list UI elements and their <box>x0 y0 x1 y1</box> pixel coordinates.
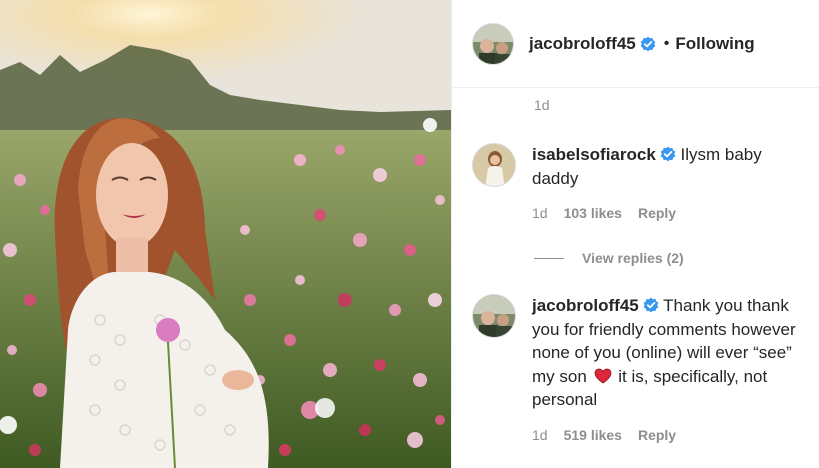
comment-meta: 1d 103 likes Reply <box>532 202 807 226</box>
view-replies-label: View replies (2) <box>582 250 684 266</box>
reply-button[interactable]: Reply <box>638 424 676 448</box>
commenter-username[interactable]: jacobroloff45 <box>532 296 639 315</box>
post-photo-illustration <box>0 0 451 468</box>
verified-badge-icon <box>660 146 676 162</box>
commenter-avatar[interactable] <box>472 294 516 338</box>
commenter-avatar[interactable] <box>472 143 516 187</box>
verified-badge-icon <box>643 297 659 313</box>
comments-panel: jacobroloff45 • Following 1d isabelsofia… <box>451 0 819 468</box>
post-header: jacobroloff45 • Following <box>452 0 819 88</box>
comment-text-line: jacobroloff45 Thank you thank you for fr… <box>532 294 807 412</box>
comment-item: isabelsofiarock Ilysm baby daddy 1d 103 … <box>472 143 812 226</box>
comment-text-line: isabelsofiarock Ilysm baby daddy <box>532 143 807 190</box>
commenter-username[interactable]: isabelsofiarock <box>532 145 656 164</box>
reply-button[interactable]: Reply <box>638 202 676 226</box>
caption-timestamp[interactable]: 1d <box>534 97 550 113</box>
comment-timestamp[interactable]: 1d <box>532 424 548 448</box>
header-text: jacobroloff45 • Following <box>529 34 755 54</box>
comment-timestamp[interactable]: 1d <box>532 202 548 226</box>
verified-badge-icon <box>640 36 656 51</box>
commenter-avatar-image <box>473 144 515 186</box>
author-username[interactable]: jacobroloff45 <box>529 34 636 54</box>
comment-likes[interactable]: 103 likes <box>564 202 622 226</box>
header-separator: • <box>663 34 670 52</box>
instagram-post-view: jacobroloff45 • Following 1d isabelsofia… <box>0 0 819 468</box>
comment-body: jacobroloff45 Thank you thank you for fr… <box>532 294 807 447</box>
post-photo[interactable] <box>0 0 451 468</box>
comment-body: isabelsofiarock Ilysm baby daddy 1d 103 … <box>532 143 807 226</box>
comment-item: jacobroloff45 Thank you thank you for fr… <box>472 294 812 447</box>
commenter-avatar-image <box>473 295 515 337</box>
author-avatar[interactable] <box>472 22 514 65</box>
comment-meta: 1d 519 likes Reply <box>532 424 807 448</box>
comment-likes[interactable]: 519 likes <box>564 424 622 448</box>
red-heart-icon <box>594 368 611 383</box>
view-replies-button[interactable]: View replies (2) <box>534 250 684 266</box>
author-avatar-image <box>473 23 513 64</box>
view-replies-divider <box>534 257 564 259</box>
following-button[interactable]: Following <box>675 34 754 54</box>
